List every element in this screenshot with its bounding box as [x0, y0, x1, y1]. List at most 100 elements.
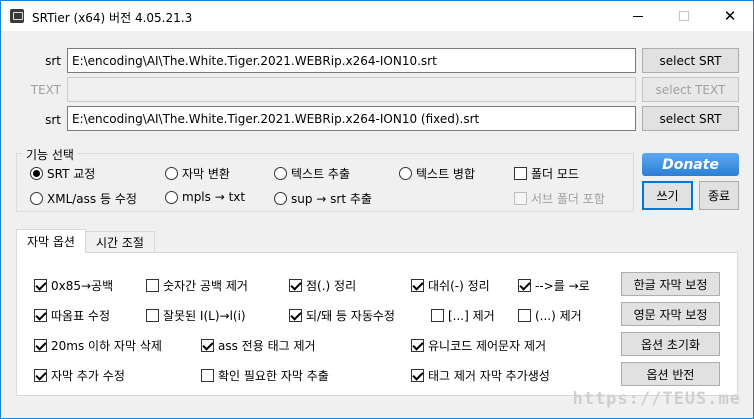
output-srt-input[interactable]: E:\encoding\AI\The.White.Tiger.2021.WEBR…	[67, 106, 636, 131]
opt-extract-check-needed[interactable]: 확인 필요한 자막 추출	[201, 367, 329, 384]
opt-dot-cleanup-label: 점(.) 정리	[306, 279, 357, 293]
opt-remove-ass-tags-label: ass 전용 태그 제거	[218, 339, 316, 353]
opt-extra-subtitle-fix[interactable]: 자막 추가 수정	[34, 367, 125, 384]
opt-delete-short-subs-label: 20ms 이하 자막 삭제	[51, 339, 162, 353]
radio-subtitle-convert-indicator[interactable]	[165, 167, 178, 180]
opt-quote-fix-box[interactable]	[34, 309, 47, 322]
opt-arrow-convert[interactable]: -->를 →로	[518, 277, 590, 294]
opt-remove-unicode-control[interactable]: 유니코드 제어문자 제거	[411, 337, 546, 354]
donate-button[interactable]: Donate	[642, 153, 739, 176]
minimize-button[interactable]	[615, 1, 661, 31]
opt-remove-unicode-control-box[interactable]	[411, 339, 424, 352]
radio-text-extract-label: 텍스트 추출	[291, 167, 351, 181]
opt-dash-cleanup-label: 대쉬(-) 정리	[428, 279, 490, 293]
radio-text-merge[interactable]: 텍스트 병합	[399, 165, 475, 182]
opt-remove-ass-tags-box[interactable]	[201, 339, 214, 352]
opt-remove-ass-tags[interactable]: ass 전용 태그 제거	[201, 337, 316, 354]
opt-dash-cleanup-box[interactable]	[411, 279, 424, 292]
opt-remove-brackets-box[interactable]	[431, 309, 444, 322]
app-window: SRTier (x64) 버전 4.05.21.3 ✕ srt E:\encod…	[0, 0, 754, 419]
radio-xml-ass-edit[interactable]: XML/ass 등 수정	[30, 190, 137, 207]
srt-input[interactable]: E:\encoding\AI\The.White.Tiger.2021.WEBR…	[67, 48, 636, 73]
radio-srt-correct-indicator[interactable]	[30, 167, 43, 180]
output-srt-label: srt	[45, 113, 61, 127]
select-text-button: select TEXT	[642, 77, 739, 102]
opt-auto-correct[interactable]: 되/돼 등 자동수정	[289, 307, 395, 324]
select-srt-button[interactable]: select SRT	[642, 48, 739, 73]
radio-xml-ass-edit-label: XML/ass 등 수정	[47, 192, 137, 206]
opt-wrong-il[interactable]: 잘못된 I(L)→l(i)	[146, 307, 246, 324]
opt-remove-parens[interactable]: (...) 제거	[518, 307, 582, 324]
close-icon: ✕	[723, 7, 737, 25]
opt-dot-cleanup-box[interactable]	[289, 279, 302, 292]
close-button[interactable]: ✕	[707, 1, 753, 31]
check-include-subfolders: 서브 폴더 포함	[514, 190, 605, 207]
check-folder-mode-label: 폴더 모드	[531, 167, 579, 181]
radio-sup-srt-indicator[interactable]	[274, 192, 287, 205]
radio-srt-correct-label: SRT 교정	[47, 167, 96, 181]
function-group-title: 기능 선택	[23, 146, 77, 163]
radio-sup-srt[interactable]: sup → srt 추출	[274, 190, 372, 207]
maximize-button	[661, 1, 707, 31]
opt-remove-parens-label: (...) 제거	[535, 309, 582, 323]
opt-extract-check-needed-box[interactable]	[201, 369, 214, 382]
opt-extra-subtitle-fix-box[interactable]	[34, 369, 47, 382]
window-title: SRTier (x64) 버전 4.05.21.3	[32, 11, 193, 25]
opt-delete-short-subs[interactable]: 20ms 이하 자막 삭제	[34, 337, 162, 354]
opt-remove-parens-box[interactable]	[518, 309, 531, 322]
text-input	[67, 77, 636, 102]
opt-0x85-space[interactable]: 0x85→공백	[34, 277, 113, 294]
opt-wrong-il-label: 잘못된 I(L)→l(i)	[163, 309, 246, 323]
opt-dash-cleanup[interactable]: 대쉬(-) 정리	[411, 277, 490, 294]
select-output-srt-button[interactable]: select SRT	[642, 106, 739, 131]
english-subtitle-correct-button[interactable]: 영문 자막 보정	[621, 302, 720, 326]
opt-remove-brackets[interactable]: [...] 제거	[431, 307, 495, 324]
reset-options-button[interactable]: 옵션 초기화	[621, 332, 720, 356]
maximize-icon	[679, 11, 689, 21]
korean-subtitle-correct-button[interactable]: 한글 자막 보정	[621, 272, 720, 296]
opt-0x85-space-box[interactable]	[34, 279, 47, 292]
radio-subtitle-convert-label: 자막 변환	[182, 167, 230, 181]
check-include-subfolders-label: 서브 폴더 포함	[531, 192, 605, 206]
opt-generate-tagless-subs[interactable]: 태그 제거 자막 추가생성	[411, 367, 550, 384]
radio-mpls-txt[interactable]: mpls → txt	[165, 190, 245, 204]
radio-text-extract[interactable]: 텍스트 추출	[274, 165, 350, 182]
radio-mpls-txt-indicator[interactable]	[165, 190, 178, 204]
title-bar: SRTier (x64) 버전 4.05.21.3 ✕	[1, 1, 753, 31]
opt-remove-space-between-numbers[interactable]: 숫자간 공백 제거	[146, 277, 248, 294]
opt-0x85-space-label: 0x85→공백	[51, 279, 114, 293]
check-include-subfolders-box	[514, 192, 527, 205]
opt-remove-unicode-control-label: 유니코드 제어문자 제거	[428, 339, 547, 353]
opt-remove-space-between-numbers-box[interactable]	[146, 279, 159, 292]
opt-extra-subtitle-fix-label: 자막 추가 수정	[51, 369, 125, 383]
check-folder-mode[interactable]: 폴더 모드	[514, 165, 579, 182]
opt-quote-fix[interactable]: 따옴표 수정	[34, 307, 110, 324]
tab-subtitle-options[interactable]: 자막 옵션	[16, 229, 86, 253]
opt-generate-tagless-subs-box[interactable]	[411, 369, 424, 382]
radio-text-extract-indicator[interactable]	[274, 167, 287, 180]
opt-delete-short-subs-box[interactable]	[34, 339, 47, 352]
opt-auto-correct-box[interactable]	[289, 309, 302, 322]
opt-arrow-convert-label: -->를 →로	[535, 279, 590, 293]
opt-auto-correct-label: 되/돼 등 자동수정	[306, 309, 395, 323]
app-icon	[10, 9, 24, 23]
check-folder-mode-box[interactable]	[514, 167, 527, 180]
radio-sup-srt-label: sup → srt 추출	[291, 192, 372, 206]
tab-time-adjust[interactable]: 시간 조절	[85, 231, 155, 253]
watermark: https://TEUS.me	[572, 389, 741, 409]
opt-quote-fix-label: 따옴표 수정	[51, 309, 111, 323]
opt-generate-tagless-subs-label: 태그 제거 자막 추가생성	[428, 369, 550, 383]
radio-srt-correct[interactable]: SRT 교정	[30, 165, 95, 182]
exit-button[interactable]: 종료	[699, 181, 739, 210]
radio-mpls-txt-label: mpls → txt	[182, 190, 246, 204]
radio-text-merge-indicator[interactable]	[399, 167, 412, 180]
opt-remove-brackets-label: [...] 제거	[448, 309, 495, 323]
opt-arrow-convert-box[interactable]	[518, 279, 531, 292]
opt-dot-cleanup[interactable]: 점(.) 정리	[289, 277, 356, 294]
radio-subtitle-convert[interactable]: 자막 변환	[165, 165, 230, 182]
opt-wrong-il-box[interactable]	[146, 309, 159, 322]
invert-options-button[interactable]: 옵션 반전	[621, 362, 720, 386]
write-button[interactable]: 쓰기	[642, 181, 693, 210]
opt-remove-space-between-numbers-label: 숫자간 공백 제거	[163, 279, 248, 293]
radio-xml-ass-edit-indicator[interactable]	[30, 192, 43, 205]
